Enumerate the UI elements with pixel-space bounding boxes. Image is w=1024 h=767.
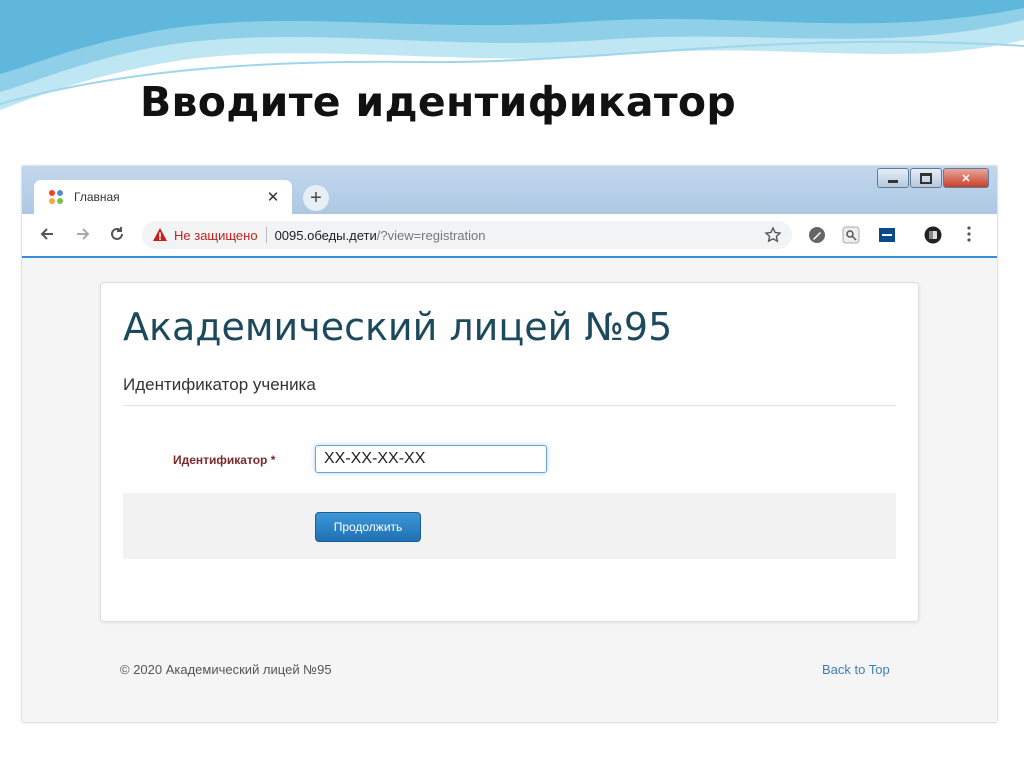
close-window-button[interactable]: ✕ — [943, 168, 989, 188]
kebab-menu-icon — [967, 226, 971, 242]
maximize-icon — [920, 172, 932, 184]
extension-blue-icon[interactable] — [878, 226, 896, 244]
minimize-button[interactable] — [877, 168, 909, 188]
bookmark-star-icon[interactable] — [764, 226, 782, 244]
url-host: 0095.обеды.дети — [274, 227, 377, 243]
url-path: /?view=registration — [376, 227, 486, 243]
back-to-top-link[interactable]: Back to Top — [822, 662, 890, 677]
browser-titlebar: Главная ✕ + ✕ — [22, 166, 997, 214]
identifier-label: Идентификатор * — [173, 453, 276, 467]
browser-toolbar: Не защищено 0095.обеды.дети /?view=regis… — [22, 214, 997, 258]
arrow-right-icon — [77, 228, 90, 240]
continue-button[interactable]: Продолжить — [315, 512, 421, 542]
warning-icon — [153, 228, 167, 241]
minimize-icon — [888, 179, 898, 183]
url-separator — [265, 227, 267, 243]
divider — [123, 405, 896, 406]
slide-title: Вводите идентификатор — [140, 78, 736, 126]
page-viewport: Академический лицей №95 Идентификатор уч… — [22, 258, 997, 722]
browser-tab-home[interactable]: Главная ✕ — [34, 180, 292, 214]
forward-button[interactable] — [72, 223, 94, 245]
close-icon: ✕ — [961, 172, 971, 185]
site-title: Академический лицей №95 — [123, 305, 673, 349]
joomla-favicon-icon — [49, 190, 63, 204]
maximize-button[interactable] — [910, 168, 942, 188]
tab-close-icon[interactable]: ✕ — [260, 188, 286, 206]
registration-card: Академический лицей №95 Идентификатор уч… — [100, 282, 919, 622]
not-secure-label[interactable]: Не защищено — [174, 228, 258, 243]
form-actions: Продолжить — [123, 493, 896, 559]
identifier-input[interactable] — [315, 445, 547, 473]
footer-copyright: © 2020 Академический лицей №95 — [120, 662, 332, 677]
extension-pen-icon[interactable] — [808, 226, 826, 244]
profile-avatar-icon[interactable] — [924, 226, 942, 244]
window-controls: ✕ — [876, 168, 989, 188]
back-button[interactable] — [36, 223, 58, 245]
arrow-left-icon — [40, 228, 53, 240]
address-bar[interactable]: Не защищено 0095.обеды.дети /?view=regis… — [142, 221, 792, 249]
extension-search-icon[interactable] — [842, 226, 860, 244]
plus-icon: + — [310, 187, 322, 209]
tab-title: Главная — [74, 190, 120, 204]
page-subtitle: Идентификатор ученика — [123, 375, 316, 394]
reload-button[interactable] — [106, 223, 128, 245]
new-tab-button[interactable]: + — [303, 185, 329, 211]
browser-window: Главная ✕ + ✕ Не защищено 0095.обеды.дет… — [22, 166, 997, 722]
browser-menu-button[interactable] — [958, 223, 980, 245]
reload-icon — [111, 227, 123, 240]
